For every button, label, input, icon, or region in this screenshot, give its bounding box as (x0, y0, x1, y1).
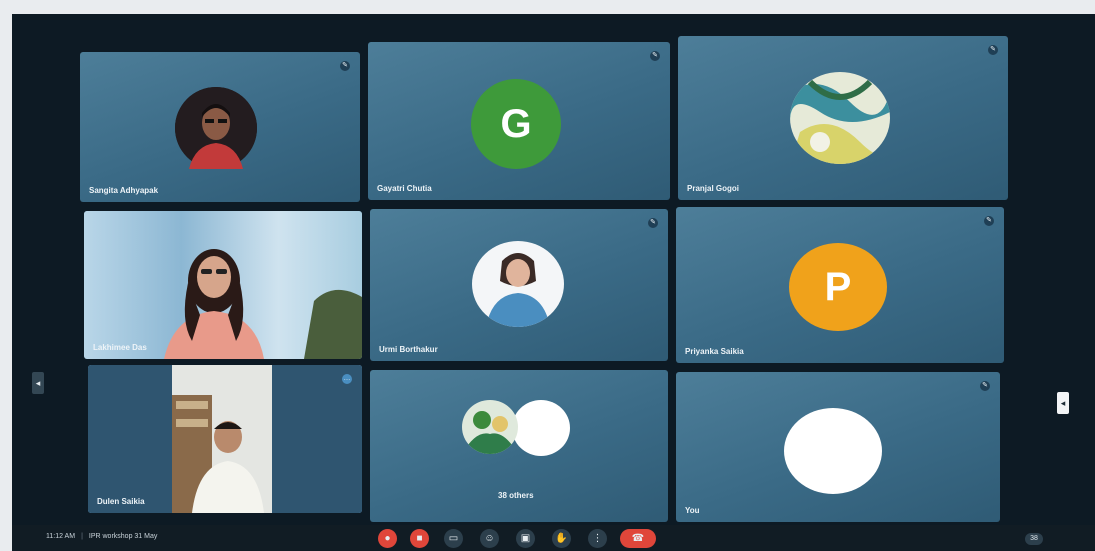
mic-icon: … (342, 374, 352, 384)
avatar: G (471, 79, 561, 169)
mic-icon: ✎ (648, 218, 658, 228)
participant-tile-you[interactable]: ✎ You (676, 372, 1000, 522)
chevron-left-icon[interactable]: ◂ (32, 372, 44, 394)
participant-name: 38 others (498, 491, 534, 500)
present-button[interactable]: ▣ (516, 529, 535, 548)
person-photo-icon (175, 87, 257, 169)
participants-count-chip[interactable]: 38 (1025, 533, 1043, 545)
participant-name: Lakhimee Das (93, 343, 147, 352)
avatar-letter: G (500, 101, 532, 146)
person-photo-icon (790, 72, 890, 164)
raise-hand-button[interactable]: ✋ (552, 529, 571, 548)
reactions-button[interactable]: ☺ (480, 529, 499, 548)
more-options-button[interactable]: ⋮ (588, 529, 607, 548)
video-feed (88, 365, 362, 513)
mic-icon: ✎ (650, 51, 660, 61)
leave-call-button[interactable]: ☎ (620, 529, 656, 548)
participant-name: Gayatri Chutia (377, 184, 432, 193)
person-photo-icon (472, 241, 564, 327)
mic-icon: ✎ (340, 61, 350, 71)
participant-tile-sangita[interactable]: ✎ Sangita Adhyapak (80, 52, 360, 202)
chevron-right-icon[interactable]: ◂ (1057, 392, 1069, 414)
avatar (175, 87, 257, 169)
mic-icon: ✎ (988, 45, 998, 55)
participant-tile-pranjal[interactable]: ✎ Pranjal Gogoi (678, 36, 1008, 200)
participant-tile-priyanka[interactable]: P ✎ Priyanka Saikia (676, 207, 1004, 363)
participant-tile-gayatri[interactable]: G ✎ Gayatri Chutia (368, 42, 670, 200)
avatar-group-blank (512, 400, 570, 456)
avatar-letter: P (824, 264, 852, 309)
camera-toggle-button[interactable]: ■ (410, 529, 429, 548)
avatar (790, 72, 890, 164)
participant-tile-others[interactable]: 38 others (370, 370, 668, 522)
participant-name: Sangita Adhyapak (89, 186, 159, 195)
mic-toggle-button[interactable]: ● (378, 529, 397, 548)
person-video-icon (172, 365, 272, 513)
avatar (472, 241, 564, 327)
meeting-info: 11:12 AM | IPR workshop 31 May (46, 533, 157, 540)
participant-name: Pranjal Gogoi (687, 184, 740, 193)
meeting-title: IPR workshop 31 May (88, 533, 158, 540)
participant-tile-urmi[interactable]: ✎ Urmi Borthakur (370, 209, 668, 361)
participant-name: Dulen Saikia (97, 497, 145, 506)
meeting-screen: ✎ Sangita Adhyapak G ✎ Gayatri Chutia ✎ … (12, 14, 1095, 551)
avatar (784, 408, 882, 494)
meeting-toolbar: 11:12 AM | IPR workshop 31 May ● ■ ▭ ☺ ▣ ✋… (12, 525, 1095, 551)
video-feed (84, 211, 362, 359)
person-photo-icon (462, 400, 518, 454)
captions-button[interactable]: ▭ (444, 529, 463, 548)
mic-icon: ✎ (980, 381, 990, 391)
participant-tile-dulen[interactable]: … Dulen Saikia (88, 365, 362, 513)
participant-name: You (685, 506, 700, 515)
participant-name: Urmi Borthakur (379, 345, 438, 354)
avatar-group (462, 400, 518, 454)
person-video-icon (164, 249, 362, 359)
participant-tile-lakhimee[interactable]: Lakhimee Das (84, 211, 362, 359)
meeting-time: 11:12 AM (46, 533, 76, 540)
separator: | (81, 533, 83, 540)
avatar: P (789, 243, 887, 331)
mic-icon: ✎ (984, 216, 994, 226)
participant-name: Priyanka Saikia (685, 347, 744, 356)
